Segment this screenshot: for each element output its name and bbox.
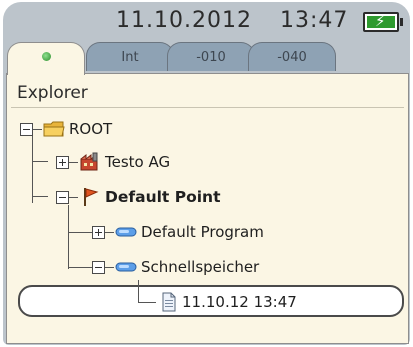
status-bar: 11.10.2012 13:47 ⚡ bbox=[3, 2, 410, 42]
tree-label-location: Default Point bbox=[105, 188, 221, 206]
tree-line-root bbox=[32, 133, 33, 203]
collapse-icon[interactable] bbox=[56, 190, 69, 204]
tree-label-program: Default Program bbox=[141, 223, 264, 241]
status-time: 13:47 bbox=[280, 8, 349, 33]
flag-icon bbox=[84, 188, 99, 206]
collapse-icon[interactable] bbox=[20, 122, 33, 136]
probe-icon bbox=[115, 262, 137, 272]
tab-040[interactable]: -040 bbox=[248, 42, 336, 71]
device-frame: 11.10.2012 13:47 ⚡ Int -010 -040 Explore… bbox=[3, 2, 410, 345]
title-divider bbox=[11, 107, 404, 108]
tree-node-record[interactable]: 11.10.12 13:47 bbox=[159, 289, 297, 315]
tab-040-label: -040 bbox=[277, 50, 307, 65]
folder-icon bbox=[43, 121, 65, 137]
tree-label-quickstore: Schnellspeicher bbox=[141, 258, 260, 276]
expand-icon[interactable] bbox=[92, 225, 105, 239]
tree-line-location-children bbox=[68, 205, 69, 269]
tree-node-quickstore[interactable]: Schnellspeicher bbox=[92, 254, 259, 280]
tab-int[interactable]: Int bbox=[86, 42, 174, 71]
tree-line-record-h bbox=[138, 302, 156, 303]
document-icon bbox=[162, 292, 176, 312]
tab-010-label: -010 bbox=[196, 50, 226, 65]
tree-line-company bbox=[32, 161, 48, 162]
panel-title: Explorer bbox=[17, 83, 88, 103]
factory-icon bbox=[80, 152, 98, 171]
tree-line-record-v bbox=[138, 280, 139, 302]
star-icon bbox=[41, 52, 51, 61]
tab-010[interactable]: -010 bbox=[167, 42, 255, 71]
expand-icon[interactable] bbox=[56, 155, 69, 169]
tree-node-root[interactable]: ROOT bbox=[20, 116, 112, 142]
tree-line-location bbox=[32, 196, 48, 197]
tree-node-company[interactable]: Testo AG bbox=[56, 149, 170, 175]
tree-node-location[interactable]: Default Point bbox=[56, 184, 221, 210]
tree-node-program[interactable]: Default Program bbox=[92, 219, 264, 245]
status-date: 11.10.2012 bbox=[116, 8, 252, 33]
collapse-icon[interactable] bbox=[92, 260, 105, 274]
explorer-panel: Explorer ROOT Testo AG Default Point Def… bbox=[6, 73, 409, 344]
tab-int-label: Int bbox=[121, 50, 139, 65]
tree-label-record: 11.10.12 13:47 bbox=[182, 293, 297, 311]
tab-favorites[interactable] bbox=[7, 42, 85, 75]
tree-label-company: Testo AG bbox=[105, 153, 171, 171]
tree-label-root: ROOT bbox=[69, 120, 113, 138]
battery-charging-icon: ⚡ bbox=[363, 12, 403, 32]
probe-icon bbox=[115, 227, 137, 237]
